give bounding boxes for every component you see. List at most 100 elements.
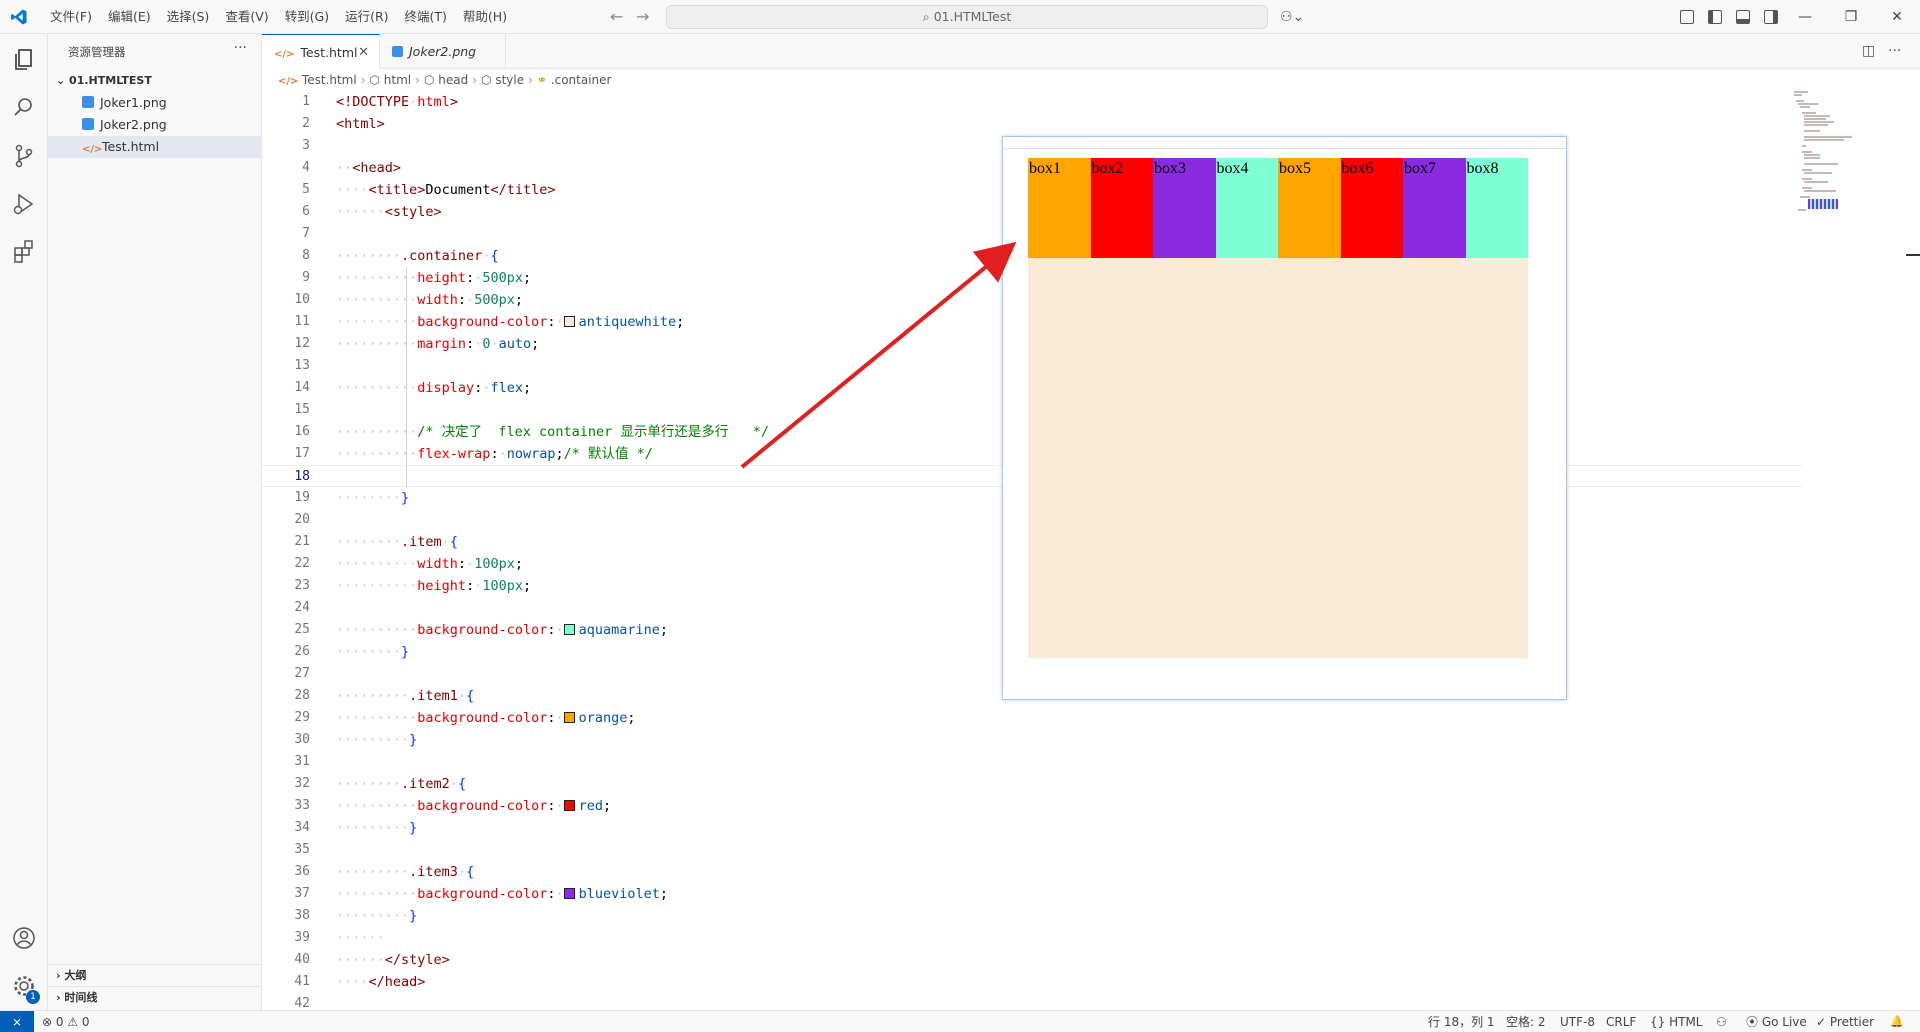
- code-line: 31: [294, 754, 310, 769]
- explorer-sidebar: 资源管理器 ··· ⌄ 01.HTMLTEST Joker1.png Joker…: [48, 34, 262, 1010]
- breadcrumb-html[interactable]: html: [384, 73, 411, 87]
- forward-arrow-icon[interactable]: →: [636, 7, 649, 26]
- code-line: 40 ······</style>: [294, 952, 450, 968]
- breadcrumb-style[interactable]: style: [495, 73, 524, 87]
- outline-label: 大纲: [64, 969, 87, 982]
- file-item-test-html[interactable]: </>Test.html: [48, 136, 262, 158]
- flex-item-box4: box4: [1215, 158, 1278, 258]
- scrollbar-marker[interactable]: [1906, 254, 1920, 256]
- code-line: 29 ··········background-color:· orange;: [294, 710, 636, 726]
- search-icon[interactable]: [10, 94, 38, 122]
- folder-name: 01.HTMLTEST: [69, 74, 152, 87]
- customize-layout-icon[interactable]: [1680, 10, 1694, 24]
- extensions-icon[interactable]: [10, 238, 38, 266]
- code-line: 39 ······: [294, 930, 385, 946]
- explorer-title: 资源管理器: [68, 45, 126, 59]
- encoding-indicator[interactable]: UTF-8: [1560, 1011, 1595, 1032]
- title-bar: 文件(F) 编辑(E) 选择(S) 查看(V) 转到(G) 运行(R) 终端(T…: [0, 0, 1920, 34]
- minimap[interactable]: [1794, 91, 1904, 211]
- copilot-status-icon[interactable]: ⚇: [1716, 1011, 1727, 1032]
- file-item-joker1[interactable]: Joker1.png: [48, 92, 262, 114]
- cursor-position[interactable]: 行 18，列 1: [1428, 1011, 1495, 1032]
- color-swatch[interactable]: [563, 888, 575, 899]
- flex-item-box1: box1: [1028, 158, 1091, 258]
- flex-item-box6: box6: [1340, 158, 1403, 258]
- flex-item-box3: box3: [1153, 158, 1216, 258]
- file-item-joker2[interactable]: Joker2.png: [48, 114, 262, 136]
- search-icon: ⌕: [922, 9, 934, 24]
- color-swatch[interactable]: [563, 316, 575, 327]
- menu-bar: 文件(F) 编辑(E) 选择(S) 查看(V) 转到(G) 运行(R) 终端(T…: [42, 0, 515, 34]
- code-line: 38 ·········}: [294, 908, 418, 924]
- selector-icon: ⚭: [536, 73, 551, 87]
- element-icon: ⬡: [369, 73, 384, 87]
- eol-indicator[interactable]: CRLF: [1606, 1011, 1636, 1032]
- indentation-indicator[interactable]: 空格: 2: [1506, 1011, 1546, 1032]
- color-swatch[interactable]: [563, 712, 575, 723]
- menu-run[interactable]: 运行(R): [337, 0, 396, 34]
- back-arrow-icon[interactable]: ←: [610, 7, 623, 26]
- language-mode[interactable]: {} HTML: [1650, 1011, 1702, 1032]
- menu-selection[interactable]: 选择(S): [159, 0, 218, 34]
- file-name: Test.html: [102, 139, 160, 154]
- notifications-bell-icon[interactable]: 🔔: [1890, 1011, 1904, 1032]
- menu-help[interactable]: 帮助(H): [455, 0, 515, 34]
- menu-edit[interactable]: 编辑(E): [100, 0, 159, 34]
- code-line: 30 ·········}: [294, 732, 418, 748]
- copilot-icon[interactable]: ⚇⌄: [1280, 9, 1310, 27]
- code-line: 2 <html>: [302, 116, 385, 132]
- timeline-section[interactable]: › 时间线: [48, 986, 262, 1008]
- run-debug-icon[interactable]: [10, 190, 38, 218]
- tab-joker2-png[interactable]: Joker2.png: [380, 34, 506, 69]
- restore-button[interactable]: ❐: [1828, 0, 1874, 34]
- accounts-icon[interactable]: [10, 924, 38, 952]
- editor-more-icon[interactable]: ···: [1888, 43, 1901, 59]
- color-swatch[interactable]: [563, 624, 575, 635]
- code-line: 35: [294, 842, 310, 857]
- file-name: Joker2.png: [100, 117, 167, 132]
- outline-section[interactable]: › 大纲: [48, 964, 262, 986]
- menu-terminal[interactable]: 终端(T): [397, 0, 455, 34]
- toggle-primary-sidebar-icon[interactable]: [1708, 10, 1722, 24]
- folder-root[interactable]: ⌄ 01.HTMLTEST: [48, 70, 262, 92]
- image-file-icon: [82, 118, 94, 130]
- menu-view[interactable]: 查看(V): [217, 0, 276, 34]
- close-window-button[interactable]: ✕: [1874, 0, 1920, 34]
- code-line: 33 ··········background-color:· red;: [294, 798, 612, 814]
- code-line: 1 <!DOCTYPE·html>: [302, 94, 458, 110]
- code-line: 34 ·········}: [294, 820, 418, 836]
- remote-indicator-icon[interactable]: ⨯: [0, 1011, 34, 1032]
- explorer-icon[interactable]: [10, 46, 38, 74]
- browser-preview: box1 box2 box3 box4 box5 box6 box7 box8: [1002, 136, 1567, 700]
- indent-guide: [406, 267, 407, 487]
- breadcrumb: </> Test.html › ⬡ html › ⬡ head › ⬡ style › ⚭ .c…: [262, 69, 1920, 91]
- color-swatch[interactable]: [563, 800, 575, 811]
- menu-go[interactable]: 转到(G): [277, 0, 337, 34]
- tab-test-html[interactable]: </> Test.html ✕: [262, 34, 380, 69]
- html-file-icon: </>: [82, 144, 103, 155]
- problems-indicator[interactable]: ⊗ 0 ⚠ 0: [42, 1011, 90, 1032]
- code-line: 37 ··········background-color:· blueviolet…: [294, 886, 669, 902]
- breadcrumb-container[interactable]: .container: [551, 73, 612, 87]
- breadcrumb-head[interactable]: head: [438, 73, 468, 87]
- command-center-search[interactable]: ⌕ 01.HTMLTest: [666, 5, 1268, 29]
- minimize-button[interactable]: —: [1782, 0, 1828, 34]
- toggle-panel-icon[interactable]: [1736, 10, 1750, 24]
- go-live-button[interactable]: ⦿ Go Live: [1746, 1011, 1807, 1032]
- explorer-more-icon[interactable]: ···: [234, 40, 247, 56]
- source-control-icon[interactable]: [10, 142, 38, 170]
- flex-item-box7: box7: [1403, 158, 1466, 258]
- vscode-logo-icon[interactable]: [10, 8, 28, 26]
- flex-item-box8: box8: [1465, 158, 1528, 258]
- split-editor-icon[interactable]: ◫: [1862, 43, 1875, 59]
- menu-file[interactable]: 文件(F): [42, 0, 100, 34]
- toggle-secondary-sidebar-icon[interactable]: [1764, 10, 1778, 24]
- breadcrumb-file[interactable]: Test.html: [302, 73, 357, 87]
- prettier-status[interactable]: ✓ Prettier: [1816, 1011, 1874, 1032]
- flex-container: box1 box2 box3 box4 box5 box6 box7 box8: [1028, 158, 1528, 658]
- code-line: 41 ····</head>: [294, 974, 426, 990]
- status-bar: ⨯ ⊗ 0 ⚠ 0 行 18，列 1 空格: 2 UTF-8 CRLF {} H…: [0, 1010, 1920, 1032]
- html-file-icon: </>: [274, 49, 295, 60]
- close-tab-icon[interactable]: ✕: [358, 35, 369, 70]
- code-line: 32 ········.item2·{: [294, 776, 467, 792]
